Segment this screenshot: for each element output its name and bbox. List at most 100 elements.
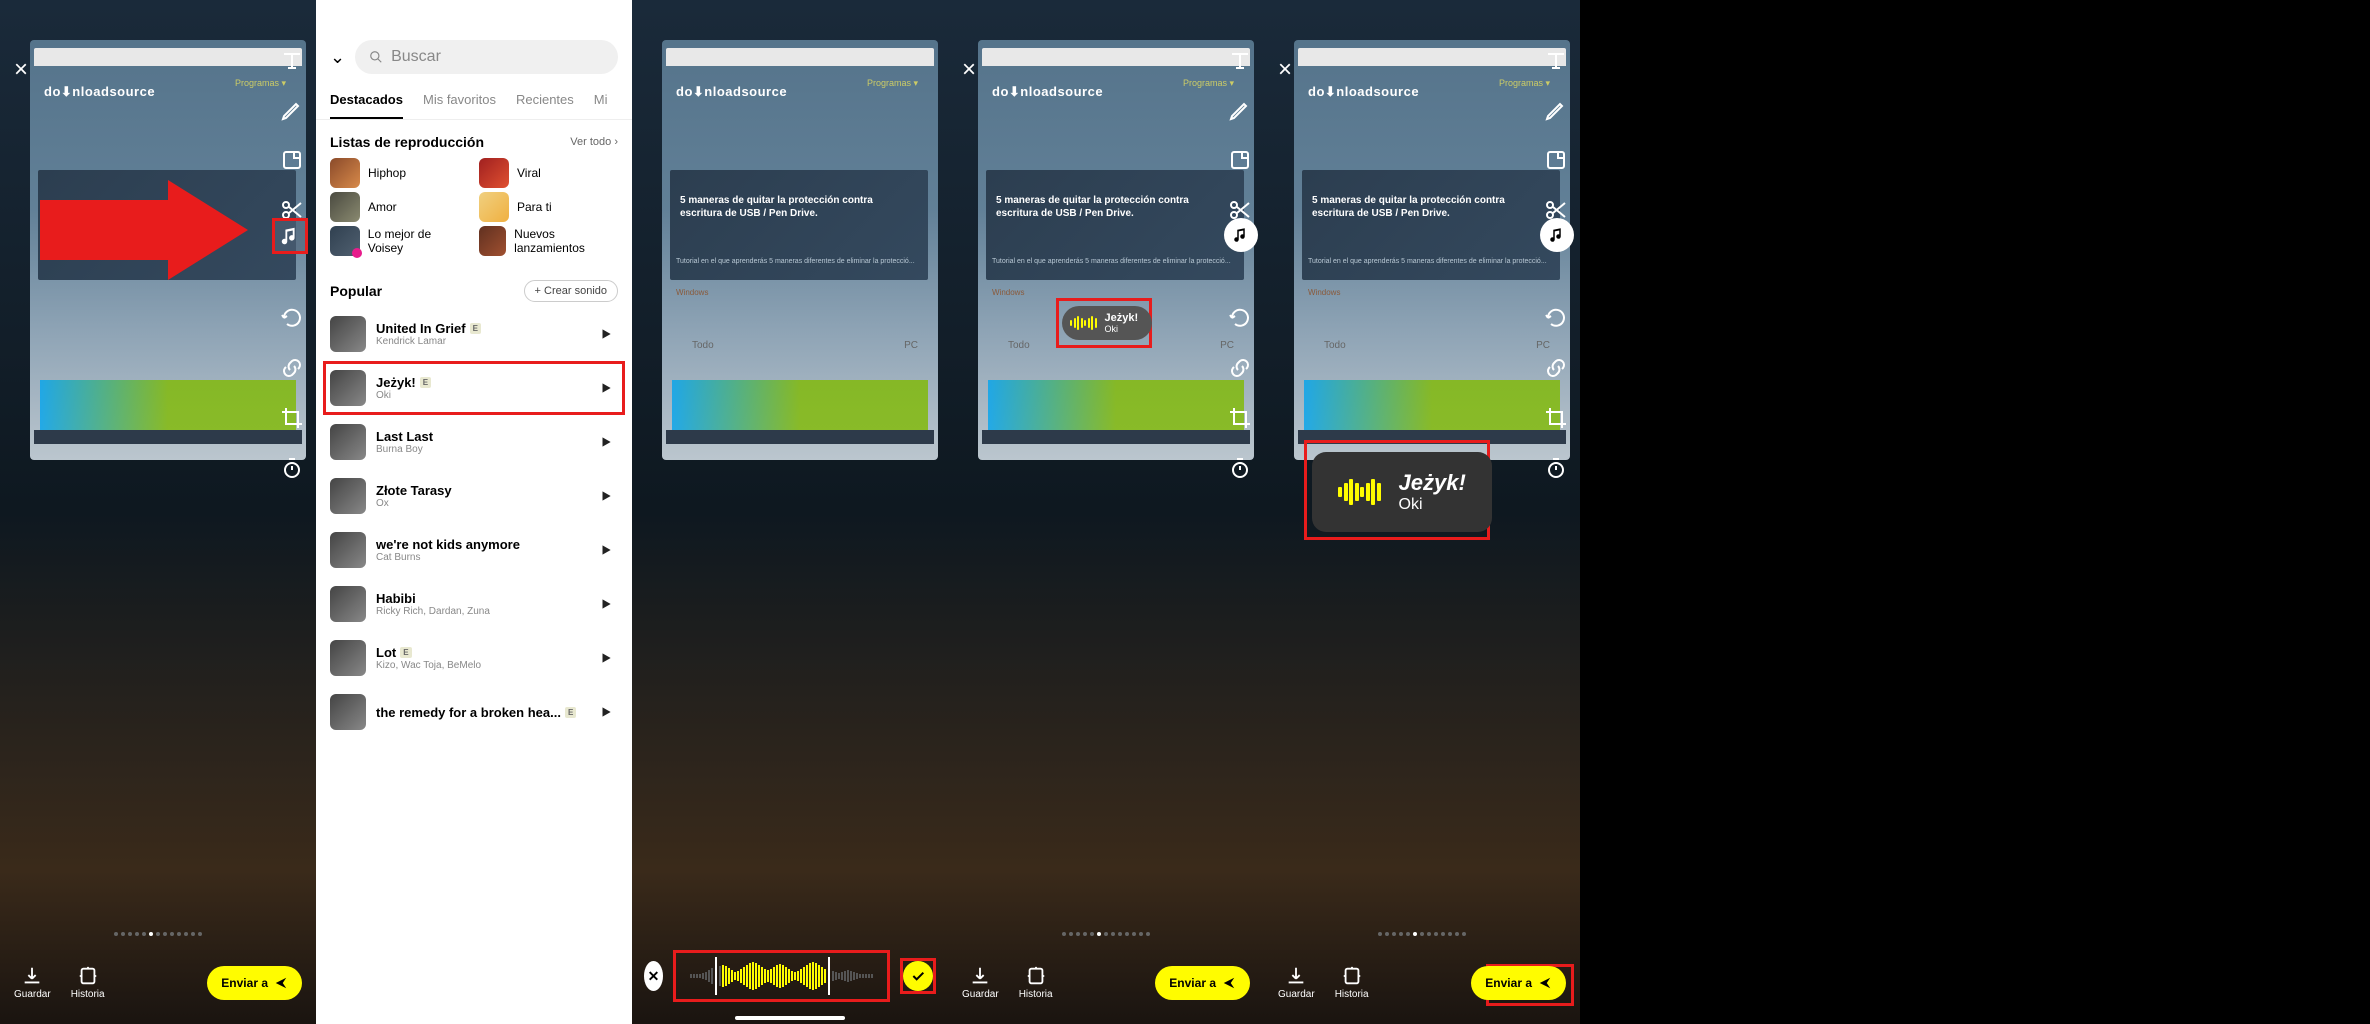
loop-icon[interactable]: [1226, 304, 1254, 332]
big-chip-artist: Oki: [1399, 496, 1466, 514]
send-button[interactable]: Enviar a: [1155, 966, 1250, 1000]
song-row[interactable]: Last LastBurna Boy: [326, 418, 622, 466]
song-row[interactable]: LotEKizo, Wac Toja, BeMelo: [326, 634, 622, 682]
music-chip[interactable]: Jeżyk! Oki: [1062, 306, 1152, 340]
text-icon[interactable]: [1226, 46, 1254, 74]
chip-title: Jeżyk!: [1105, 312, 1139, 324]
tag-windows: Windows: [992, 288, 1024, 297]
story-button[interactable]: Historia: [71, 965, 105, 1000]
sticker-icon[interactable]: [278, 146, 306, 174]
crop-icon[interactable]: [278, 404, 306, 432]
send-button[interactable]: Enviar a: [207, 966, 302, 1000]
cancel-trim-button[interactable]: ✕: [644, 961, 663, 991]
song-row[interactable]: we're not kids anymoreCat Burns: [326, 526, 622, 574]
tab-mi[interactable]: Mi: [594, 92, 608, 119]
collapse-icon[interactable]: ⌄: [330, 47, 345, 68]
send-button[interactable]: Enviar a: [1471, 966, 1566, 1000]
playlist-item[interactable]: Lo mejor de Voisey: [330, 226, 469, 256]
playlist-item[interactable]: Amor: [330, 192, 469, 222]
link-icon[interactable]: [1226, 354, 1254, 382]
playlist-item[interactable]: Viral: [479, 158, 618, 188]
story-button[interactable]: Historia: [1019, 965, 1053, 1000]
popular-title: Popular: [330, 283, 382, 299]
story-label: Historia: [71, 989, 105, 1000]
link-icon[interactable]: [278, 354, 306, 382]
see-all-link[interactable]: Ver todo ›: [570, 136, 618, 148]
article-title: 5 maneras de quitar la protección contra…: [680, 194, 904, 220]
search-input[interactable]: Buscar: [355, 40, 618, 74]
tab-recientes[interactable]: Recientes: [516, 92, 574, 119]
story-button[interactable]: Historia: [1335, 965, 1369, 1000]
pagination-dots: [1378, 932, 1466, 936]
playlists-title: Listas de reproducción: [330, 134, 484, 150]
crop-icon[interactable]: [1226, 404, 1254, 432]
article-subtitle: Tutorial en el que aprenderás 5 maneras …: [1308, 258, 1560, 265]
play-icon[interactable]: [594, 322, 618, 346]
crop-icon[interactable]: [1542, 404, 1570, 432]
play-icon[interactable]: [594, 700, 618, 724]
play-icon[interactable]: [594, 538, 618, 562]
pagination-dots: [114, 932, 202, 936]
search-placeholder: Buscar: [391, 48, 441, 66]
trim-waveform[interactable]: [678, 956, 885, 996]
playlist-item[interactable]: Nuevos lanzamientos: [479, 226, 618, 256]
brand-logo: do⬇nloadsource: [992, 84, 1103, 100]
big-chip-title: Jeżyk!: [1399, 470, 1466, 496]
save-button[interactable]: Guardar: [962, 965, 999, 1000]
playlist-grid: Hiphop Viral Amor Para ti Lo mejor de Vo…: [316, 158, 632, 266]
create-sound-button[interactable]: + Crear sonido: [524, 280, 618, 302]
song-row[interactable]: HabibiRicky Rich, Dardan, Zuna: [326, 580, 622, 628]
music-active-icon[interactable]: [1540, 218, 1574, 252]
pagination-dots: [1062, 932, 1150, 936]
tag-windows: Windows: [676, 288, 708, 297]
article-subtitle: Tutorial en el que aprenderás 5 maneras …: [992, 258, 1244, 265]
song-row[interactable]: Jeżyk!EOki: [326, 364, 622, 412]
song-row[interactable]: the remedy for a broken hea...E: [326, 688, 622, 736]
pencil-icon[interactable]: [278, 96, 306, 124]
home-indicator: [735, 1016, 845, 1020]
music-chip-large[interactable]: Jeżyk! Oki: [1312, 452, 1492, 532]
programas-label: Programas ▾: [867, 78, 918, 89]
tab-favoritos[interactable]: Mis favoritos: [423, 92, 496, 119]
play-icon[interactable]: [594, 430, 618, 454]
text-icon[interactable]: [1542, 46, 1570, 74]
close-icon[interactable]: ×: [962, 56, 976, 84]
close-icon[interactable]: ×: [14, 56, 28, 84]
save-button[interactable]: Guardar: [1278, 965, 1315, 1000]
play-icon[interactable]: [594, 484, 618, 508]
brand-logo: do⬇nloadsource: [676, 84, 787, 100]
article-subtitle: Tutorial en el que aprenderás 5 maneras …: [676, 258, 928, 265]
trim-waveform-highlight: [673, 950, 890, 1002]
music-active-icon[interactable]: [1224, 218, 1258, 252]
song-row[interactable]: United In GriefEKendrick Lamar: [326, 310, 622, 358]
text-icon[interactable]: [278, 46, 306, 74]
playlist-item[interactable]: Para ti: [479, 192, 618, 222]
play-icon[interactable]: [594, 376, 618, 400]
music-icon-highlight[interactable]: [272, 218, 308, 254]
timer-icon[interactable]: [1226, 454, 1254, 482]
tab-destacados[interactable]: Destacados: [330, 92, 403, 119]
brand-logo: do⬇nloadsource: [1308, 84, 1419, 100]
brand-logo: do⬇nloadsource: [44, 84, 155, 100]
article-title: 5 maneras de quitar la protección contra…: [996, 194, 1220, 220]
tag-windows: Windows: [1308, 288, 1340, 297]
timer-icon[interactable]: [278, 454, 306, 482]
close-icon[interactable]: ×: [1278, 56, 1292, 84]
loop-icon[interactable]: [1542, 304, 1570, 332]
red-arrow-annotation: [40, 180, 270, 290]
link-icon[interactable]: [1542, 354, 1570, 382]
play-icon[interactable]: [594, 646, 618, 670]
timer-icon[interactable]: [1542, 454, 1570, 482]
play-icon[interactable]: [594, 592, 618, 616]
pencil-icon[interactable]: [1542, 96, 1570, 124]
save-button[interactable]: Guardar: [14, 965, 51, 1000]
sticker-icon[interactable]: [1226, 146, 1254, 174]
article-title: 5 maneras de quitar la protección contra…: [1312, 194, 1536, 220]
confirm-trim-button[interactable]: [903, 961, 933, 991]
chip-artist: Oki: [1105, 324, 1139, 334]
song-row[interactable]: Złote TarasyOx: [326, 472, 622, 520]
loop-icon[interactable]: [278, 304, 306, 332]
pencil-icon[interactable]: [1226, 96, 1254, 124]
playlist-item[interactable]: Hiphop: [330, 158, 469, 188]
sticker-icon[interactable]: [1542, 146, 1570, 174]
